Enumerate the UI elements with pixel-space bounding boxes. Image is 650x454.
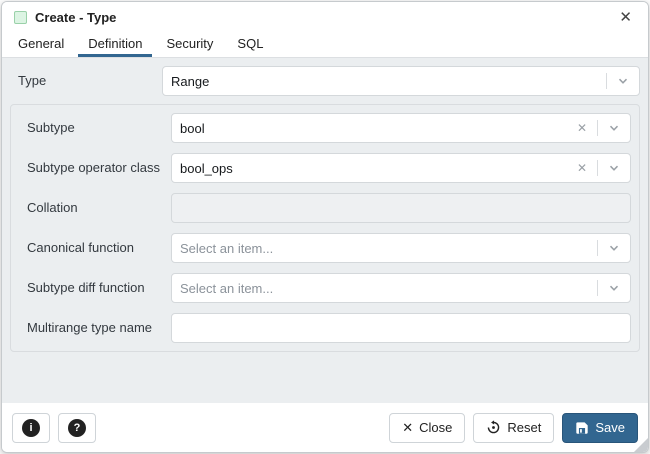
type-icon [14,11,27,24]
tab-bar: General Definition Security SQL [2,32,648,58]
tab-general[interactable]: General [8,32,74,57]
range-options-panel: Subtype bool ✕ Subtype operator class [10,104,640,352]
subtype-diff-function-row: Subtype diff function Select an item... [19,273,631,303]
save-icon [575,421,589,435]
multirange-type-name-row: Multirange type name [19,313,631,343]
chevron-down-icon[interactable] [602,162,622,174]
help-icon: ? [68,419,86,437]
close-button-label: Close [419,420,452,435]
type-label: Type [10,72,162,91]
dialog-header: Create - Type ✕ [2,2,648,32]
type-select-value: Range [171,74,602,89]
subtype-opclass-row: Subtype operator class bool_ops ✕ [19,153,631,183]
subtype-diff-function-label: Subtype diff function [19,279,171,298]
subtype-diff-function-placeholder: Select an item... [180,281,593,296]
subtype-select[interactable]: bool ✕ [171,113,631,143]
canonical-function-placeholder: Select an item... [180,241,593,256]
save-button[interactable]: Save [562,413,638,443]
reset-button-label: Reset [507,420,541,435]
chevron-down-icon[interactable] [602,282,622,294]
save-button-label: Save [595,420,625,435]
subtype-label: Subtype [19,119,171,138]
chevron-down-icon[interactable] [611,75,631,87]
subtype-diff-function-select[interactable]: Select an item... [171,273,631,303]
close-x-icon: ✕ [402,420,413,436]
dialog-title: Create - Type [35,10,613,25]
tab-definition[interactable]: Definition [78,32,152,57]
create-type-dialog: Create - Type ✕ General Definition Secur… [1,1,649,453]
subtype-opclass-label: Subtype operator class [19,159,171,178]
clear-icon[interactable]: ✕ [571,121,593,135]
subtype-row: Subtype bool ✕ [19,113,631,143]
help-button[interactable]: ? [58,413,96,443]
resize-handle[interactable] [634,438,648,452]
canonical-function-row: Canonical function Select an item... [19,233,631,263]
multirange-type-name-input[interactable] [171,313,631,343]
subtype-opclass-select[interactable]: bool_ops ✕ [171,153,631,183]
close-button[interactable]: ✕ Close [389,413,465,443]
clear-icon[interactable]: ✕ [571,161,593,175]
tab-security[interactable]: Security [156,32,223,57]
collation-input [171,193,631,223]
tab-sql[interactable]: SQL [227,32,273,57]
collation-row: Collation [19,193,631,223]
chevron-down-icon[interactable] [602,122,622,134]
reset-button[interactable]: Reset [473,413,554,443]
reset-icon [486,420,501,435]
canonical-function-select[interactable]: Select an item... [171,233,631,263]
info-icon: i [22,419,40,437]
collation-label: Collation [19,199,171,218]
chevron-down-icon[interactable] [602,242,622,254]
dialog-footer: i ? ✕ Close Reset Save [2,403,648,452]
subtype-opclass-select-value: bool_ops [180,161,571,176]
subtype-select-value: bool [180,121,571,136]
type-row: Type Range [10,66,640,96]
info-button[interactable]: i [12,413,50,443]
canonical-function-label: Canonical function [19,239,171,258]
multirange-type-name-label: Multirange type name [19,319,171,338]
type-select[interactable]: Range [162,66,640,96]
close-icon[interactable]: ✕ [613,8,638,27]
definition-form: Type Range Subtype bool ✕ [2,58,648,403]
